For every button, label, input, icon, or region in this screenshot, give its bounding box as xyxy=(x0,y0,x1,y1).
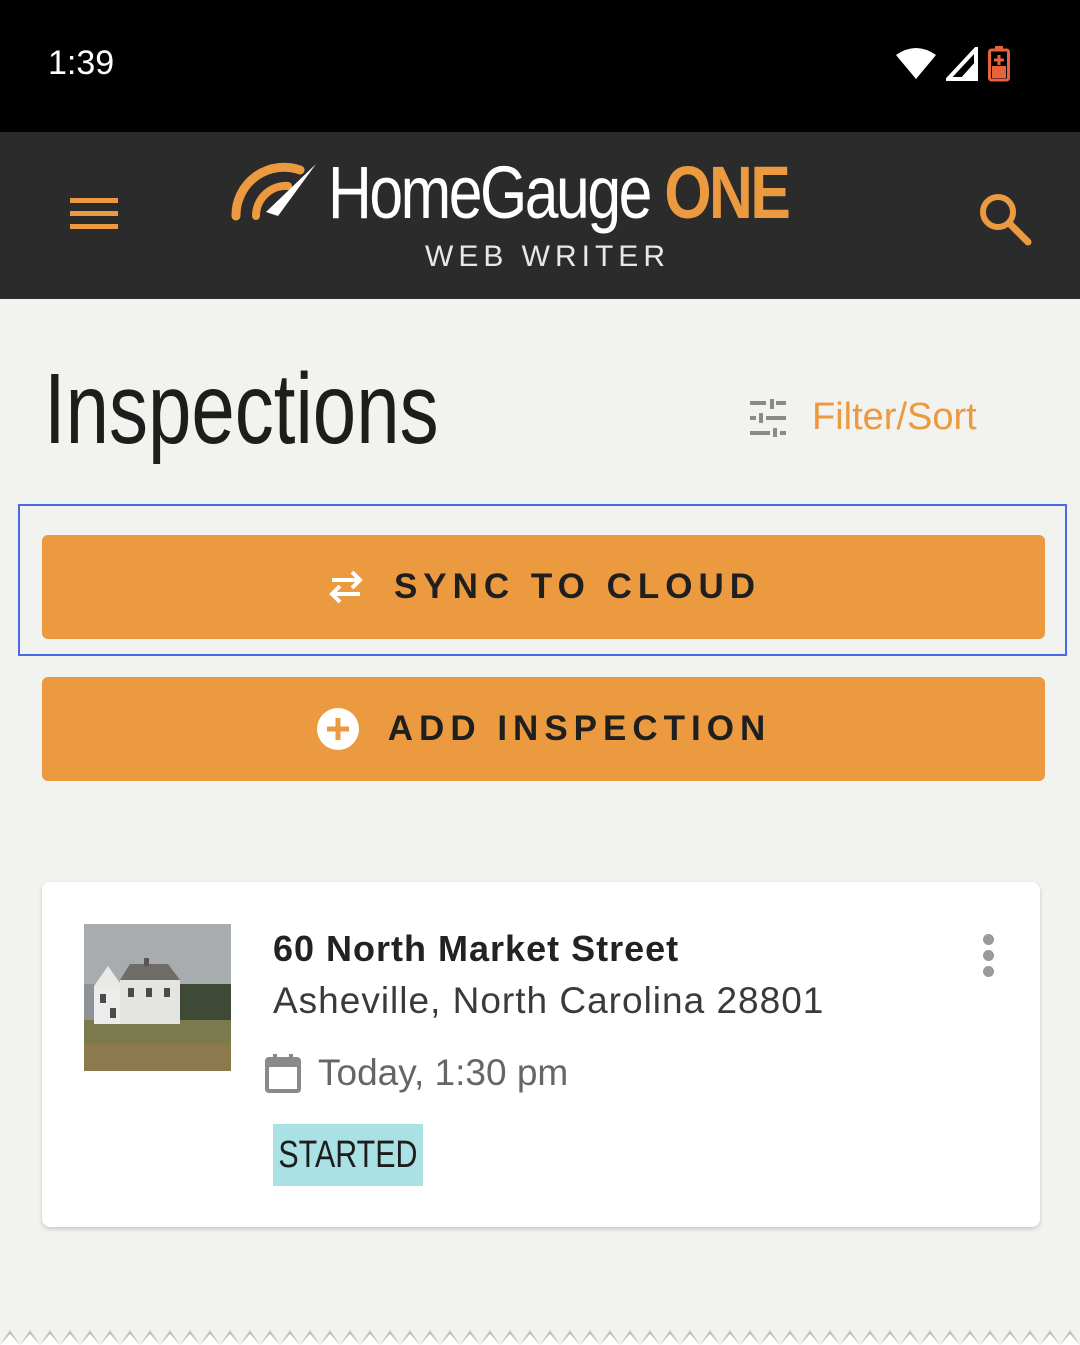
search-icon[interactable] xyxy=(976,190,1032,246)
sync-to-cloud-button[interactable]: SYNC TO CLOUD xyxy=(42,535,1045,639)
logo-accent: ONE xyxy=(664,151,791,234)
battery-charging-icon xyxy=(988,46,1010,82)
filter-sort-label: Filter/Sort xyxy=(812,396,977,438)
logo-subtitle: WEB WRITER xyxy=(425,240,670,273)
add-inspection-button[interactable]: ADD INSPECTION xyxy=(42,677,1045,781)
more-vert-icon xyxy=(982,934,994,945)
inspection-card[interactable]: 60 North Market Street Asheville, North … xyxy=(42,882,1040,1227)
calendar-icon xyxy=(265,1054,301,1093)
add-inspection-label: ADD INSPECTION xyxy=(387,709,772,748)
tune-icon xyxy=(750,398,786,437)
logo-wordmark: HomeGauge ONE xyxy=(328,150,791,235)
more-options-button[interactable] xyxy=(980,934,996,978)
inspection-date: Today, 1:30 pm xyxy=(264,1052,568,1094)
sync-to-cloud-label: SYNC TO CLOUD xyxy=(393,567,762,606)
status-bar: 1:39 xyxy=(0,0,1080,132)
status-time: 1:39 xyxy=(48,44,115,82)
app-logo: HomeGauge ONE WEB WRITER xyxy=(230,150,870,290)
status-icons xyxy=(896,46,1010,82)
inspection-date-text: Today, 1:30 pm xyxy=(318,1052,569,1093)
menu-button[interactable] xyxy=(70,198,118,234)
inspection-address: 60 North Market Street xyxy=(273,928,680,969)
status-badge-label: STARTED xyxy=(278,1133,418,1176)
app-header: HomeGauge ONE WEB WRITER xyxy=(0,132,1080,299)
cellular-signal-icon xyxy=(946,47,978,81)
menu-icon xyxy=(70,198,118,203)
filter-sort-button[interactable]: Filter/Sort xyxy=(748,396,977,439)
status-badge: STARTED xyxy=(273,1124,423,1186)
logo-name: HomeGauge xyxy=(328,151,652,234)
property-photo xyxy=(84,924,231,1071)
torn-edge-decoration xyxy=(0,1328,1080,1345)
wifi-icon xyxy=(896,48,936,79)
swap-arrows-icon xyxy=(329,570,363,604)
inspection-city: Asheville, North Carolina 28801 xyxy=(273,980,825,1021)
gauge-logo-icon xyxy=(231,162,316,221)
add-circle-icon xyxy=(316,708,359,750)
page-title: Inspections xyxy=(44,353,439,465)
